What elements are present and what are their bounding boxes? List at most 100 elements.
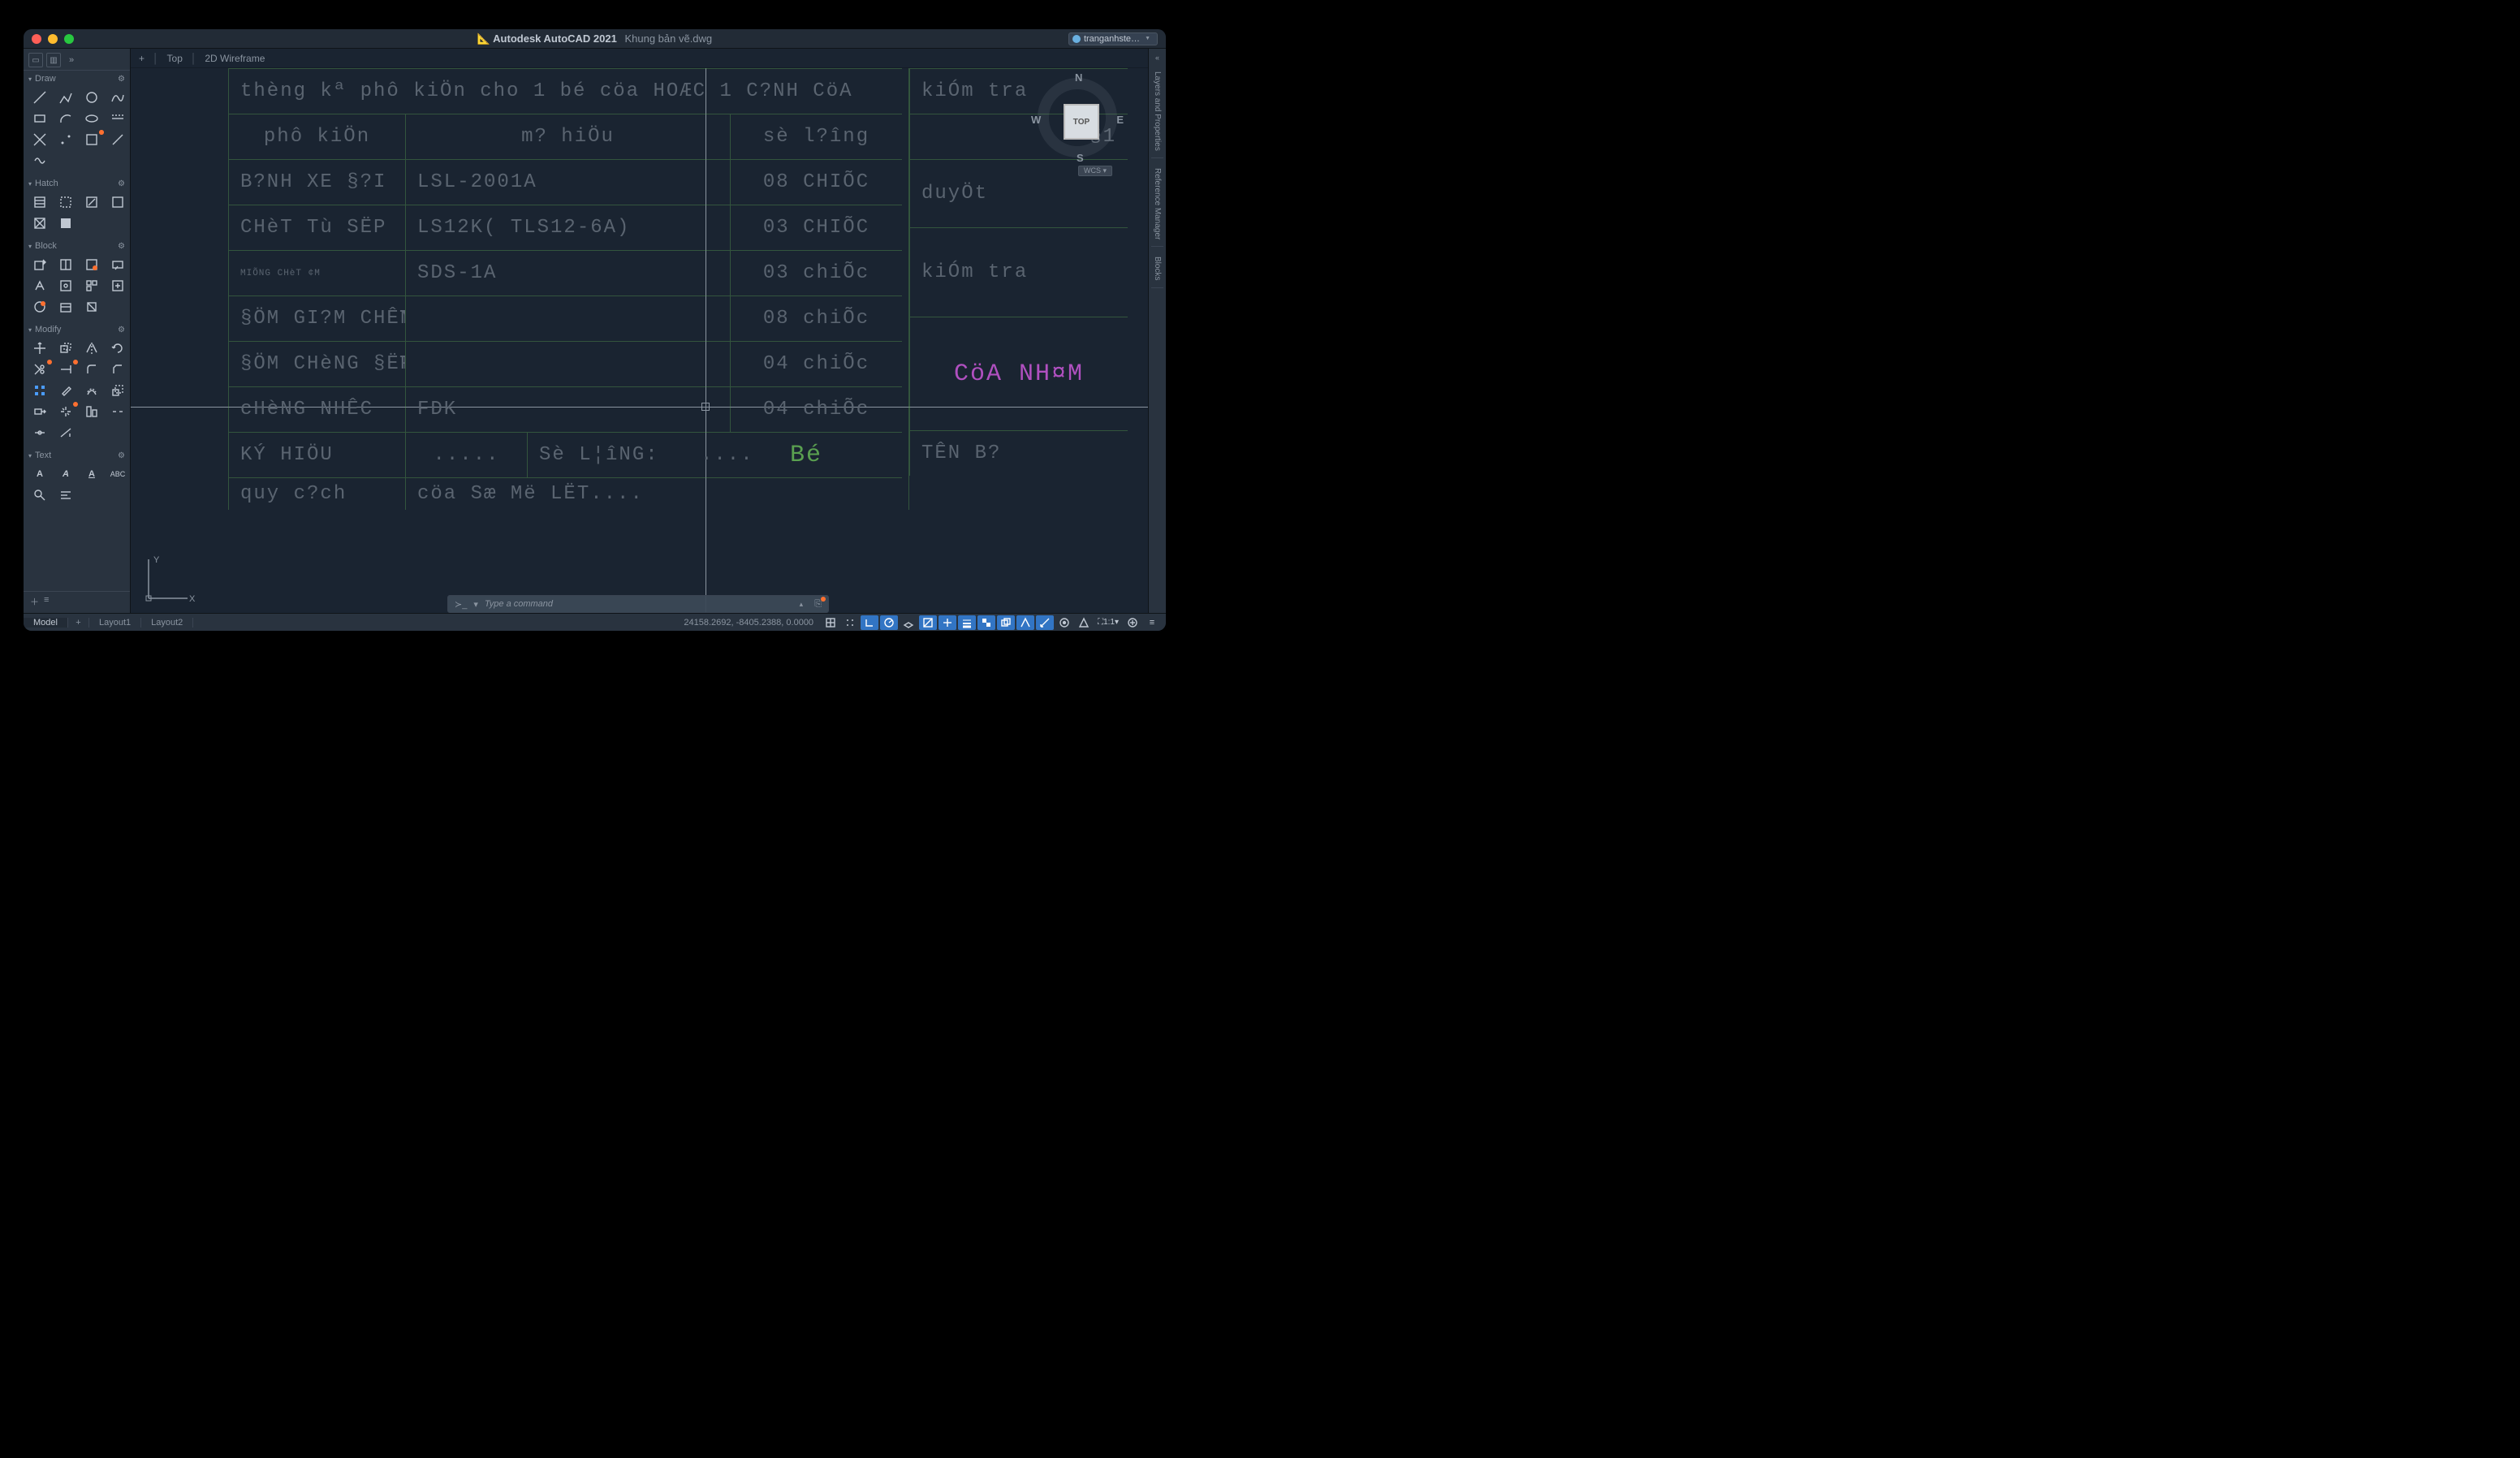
edit-attribute-tool[interactable]: [54, 276, 77, 295]
snap-toggle[interactable]: [841, 615, 859, 630]
customize-status-bar[interactable]: [1124, 615, 1141, 630]
viewcube-top-face[interactable]: TOP: [1064, 104, 1099, 140]
break-tool[interactable]: [106, 402, 129, 421]
blocks-tab[interactable]: Blocks: [1151, 250, 1163, 287]
trim-tool[interactable]: [28, 360, 51, 379]
align-tool[interactable]: [80, 402, 103, 421]
gradient-tool[interactable]: [54, 192, 77, 212]
offset-tool[interactable]: [80, 381, 103, 400]
ellipse-tool[interactable]: [80, 109, 103, 128]
explode-tool[interactable]: [54, 402, 77, 421]
block-count-tool[interactable]: [28, 297, 51, 317]
spell-check-tool[interactable]: ABC: [106, 464, 129, 484]
sync-attributes-tool[interactable]: [106, 276, 129, 295]
copy-tool[interactable]: [54, 339, 77, 358]
solid-fill-tool[interactable]: [54, 214, 77, 233]
palette-menu-button[interactable]: ≡: [44, 595, 49, 608]
xline-tool[interactable]: [28, 130, 51, 149]
grid-toggle[interactable]: [822, 615, 839, 630]
add-palette-button[interactable]: ＋: [30, 595, 39, 608]
reference-manager-tab[interactable]: Reference Manager: [1151, 162, 1163, 247]
block-manager-tool[interactable]: [80, 276, 103, 295]
close-window-button[interactable]: [32, 34, 41, 44]
point-tool[interactable]: [54, 130, 77, 149]
chevron-left-icon[interactable]: «: [1155, 54, 1159, 62]
annotation-scale[interactable]: ⛶ 1:1 ▾: [1094, 615, 1122, 630]
zoom-window-button[interactable]: [64, 34, 74, 44]
move-tool[interactable]: [28, 339, 51, 358]
viewcube-west[interactable]: W: [1031, 114, 1041, 126]
hatch-region-tool[interactable]: [28, 214, 51, 233]
recent-commands-button[interactable]: ⎘: [814, 599, 822, 610]
gear-icon[interactable]: ⚙: [118, 242, 125, 251]
user-account-button[interactable]: tranganhste… ▼: [1068, 32, 1158, 45]
text-style-tool[interactable]: A: [80, 464, 103, 484]
text-align-tool[interactable]: [54, 485, 77, 505]
boundary-tool[interactable]: [80, 192, 103, 212]
viewport-label-bar[interactable]: + │ Top │ 2D Wireframe: [131, 49, 1148, 68]
line-tool[interactable]: [28, 88, 51, 107]
status-menu[interactable]: ≡: [1143, 615, 1161, 630]
gear-icon[interactable]: ⚙: [118, 451, 125, 460]
tab-model[interactable]: Model: [24, 618, 68, 628]
arc-tool[interactable]: [54, 109, 77, 128]
lineweight-toggle[interactable]: [958, 615, 976, 630]
erase-tool[interactable]: [54, 381, 77, 400]
purge-tool[interactable]: [80, 297, 103, 317]
more-viewports-button[interactable]: »: [64, 53, 79, 67]
minimize-window-button[interactable]: [48, 34, 58, 44]
tab-layout2[interactable]: Layout2: [141, 618, 193, 628]
gear-icon[interactable]: ⚙: [118, 179, 125, 188]
helix-tool[interactable]: [28, 151, 51, 170]
command-line[interactable]: ≻_ ▾ Type a command ▴ ⎘: [447, 595, 829, 613]
viewcube-east[interactable]: E: [1116, 114, 1124, 126]
find-text-tool[interactable]: [28, 485, 51, 505]
3dosnap-toggle[interactable]: [1036, 615, 1054, 630]
gear-icon[interactable]: ⚙: [118, 75, 125, 84]
join-tool[interactable]: [28, 423, 51, 442]
text-tool[interactable]: A: [54, 464, 77, 484]
view-cube[interactable]: TOP N S E W: [1033, 73, 1122, 162]
mtext-tool[interactable]: A: [28, 464, 51, 484]
viewcube-north[interactable]: N: [1075, 71, 1082, 84]
hatch-edit-tool[interactable]: [106, 192, 129, 212]
hatch-tool[interactable]: [28, 192, 51, 212]
viewport-add-button[interactable]: +: [139, 53, 145, 64]
rectangle-tool[interactable]: [28, 109, 51, 128]
gear-icon[interactable]: ⚙: [118, 326, 125, 334]
circle-tool[interactable]: [80, 88, 103, 107]
block-edit-tool[interactable]: [80, 255, 103, 274]
otrack-toggle[interactable]: [939, 615, 956, 630]
group-header-modify[interactable]: ▾ Modify ⚙: [24, 322, 130, 336]
viewport-single-button[interactable]: ▭: [28, 53, 43, 67]
fillet-tool[interactable]: [80, 360, 103, 379]
ortho-toggle[interactable]: [861, 615, 878, 630]
group-header-hatch[interactable]: ▾ Hatch ⚙: [24, 176, 130, 190]
spline-tool[interactable]: [106, 88, 129, 107]
group-header-draw[interactable]: ▾ Draw ⚙: [24, 71, 130, 85]
stretch-tool[interactable]: [28, 402, 51, 421]
region-tool[interactable]: [80, 130, 103, 149]
drawing-canvas[interactable]: thèng kª phô kiÖn cho 1 bé cöa HOÆC 1 C?…: [131, 68, 1148, 613]
polar-toggle[interactable]: [880, 615, 898, 630]
add-layout-tab[interactable]: +: [68, 618, 89, 628]
command-history-up-icon[interactable]: ▴: [800, 600, 804, 609]
scale-tool[interactable]: [106, 381, 129, 400]
isodraft-toggle[interactable]: [900, 615, 917, 630]
layers-properties-tab[interactable]: Layers and Properties: [1151, 65, 1163, 158]
construction-line-tool[interactable]: [106, 109, 129, 128]
osnap-toggle[interactable]: [919, 615, 937, 630]
mirror-tool[interactable]: [80, 339, 103, 358]
view-top-label[interactable]: Top: [167, 53, 183, 64]
chamfer-tool[interactable]: [106, 360, 129, 379]
lengthen-tool[interactable]: [54, 423, 77, 442]
selection-cycling-toggle[interactable]: [997, 615, 1015, 630]
extend-tool[interactable]: [54, 360, 77, 379]
wblock-tool[interactable]: [54, 297, 77, 317]
annotation-monitor[interactable]: [1075, 615, 1093, 630]
group-header-block[interactable]: ▾ Block ⚙: [24, 239, 130, 252]
define-attributes-tool[interactable]: [106, 255, 129, 274]
group-header-text[interactable]: ▾ Text ⚙: [24, 448, 130, 462]
tab-layout1[interactable]: Layout1: [89, 618, 141, 628]
transparency-toggle[interactable]: [977, 615, 995, 630]
